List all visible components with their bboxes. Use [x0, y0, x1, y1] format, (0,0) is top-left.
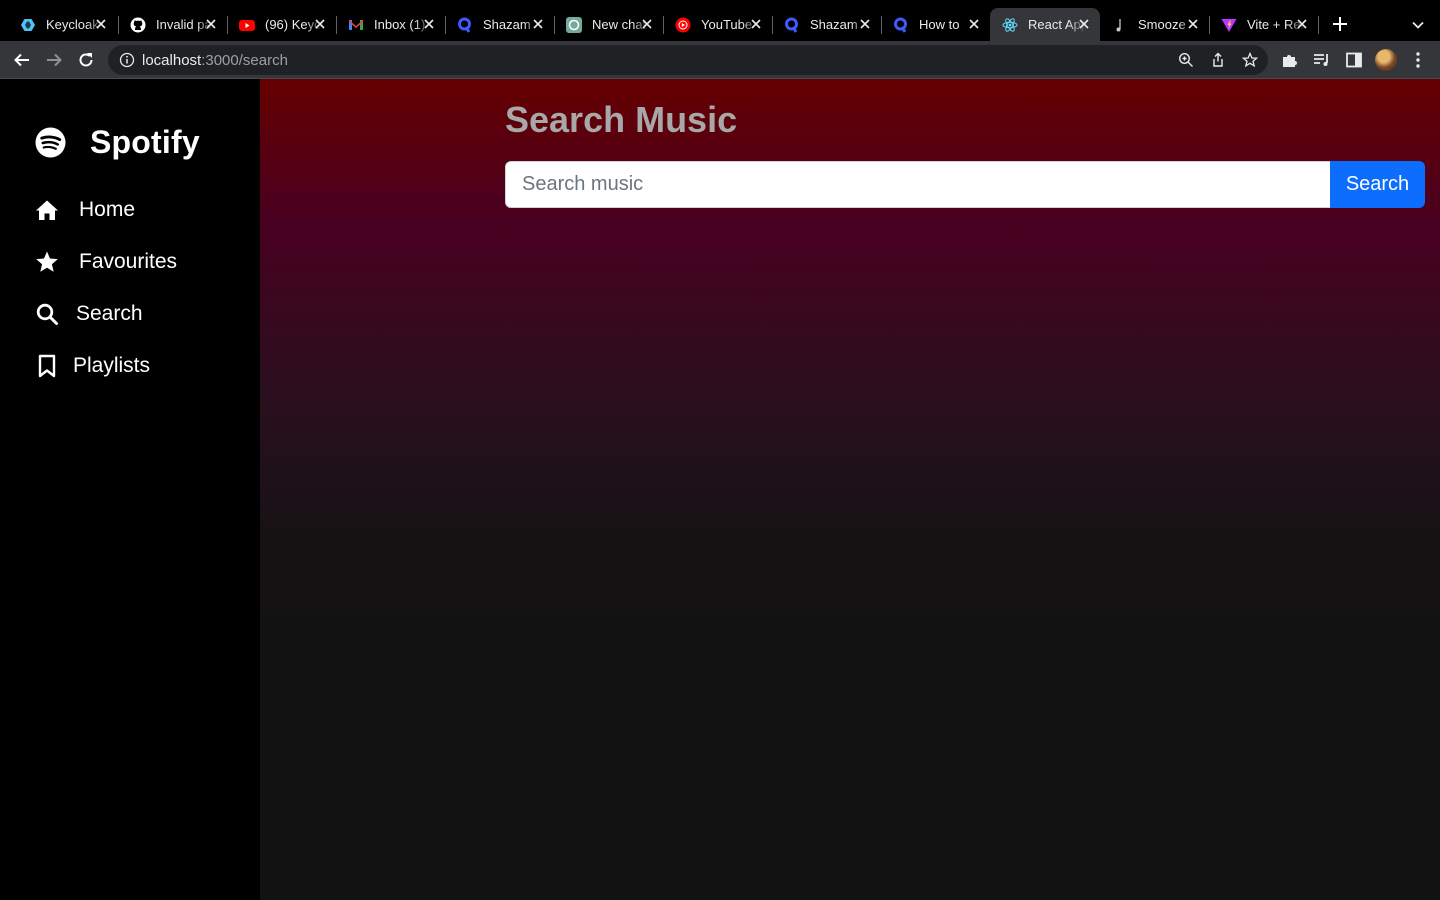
browser-tab[interactable]: Shazam	[445, 8, 554, 41]
site-info-icon[interactable]	[119, 52, 135, 68]
url-text[interactable]: localhost:3000/search	[142, 52, 288, 69]
youtube-music-icon	[675, 17, 691, 33]
browser-tab-strip: Keycloak Invalid parameter (96) Keycloak…	[0, 0, 1440, 44]
close-tab-icon[interactable]	[1186, 17, 1200, 31]
smooze-icon	[1112, 17, 1128, 33]
zoom-icon[interactable]	[1178, 52, 1194, 68]
browser-tab[interactable]: YouTube	[663, 8, 772, 41]
rapidapi-icon	[784, 17, 800, 33]
brand-name: Spotify	[90, 124, 200, 160]
sidebar-item-label: Search	[76, 302, 143, 325]
close-tab-icon[interactable]	[858, 17, 872, 31]
spotify-logo-icon	[35, 127, 66, 158]
close-tab-icon[interactable]	[531, 17, 545, 31]
bookmark-star-icon[interactable]	[1242, 52, 1258, 68]
rapidapi-icon	[893, 17, 909, 33]
profile-avatar[interactable]	[1375, 49, 1397, 71]
tab-search-chevron-icon[interactable]	[1409, 16, 1427, 34]
close-tab-icon[interactable]	[1295, 17, 1309, 31]
reload-icon[interactable]	[76, 50, 96, 70]
close-tab-icon[interactable]	[1077, 17, 1091, 31]
browser-tab-active[interactable]: React App	[990, 8, 1100, 41]
keycloak-icon	[20, 17, 36, 33]
browser-tab[interactable]: Vite + React	[1209, 8, 1318, 41]
page-title: Search Music	[505, 99, 738, 140]
browser-tab[interactable]: How to	[881, 8, 990, 41]
home-icon	[36, 200, 58, 220]
new-tab-icon[interactable]	[1330, 14, 1350, 34]
browser-tab[interactable]: Keycloak	[8, 8, 117, 41]
youtube-icon	[239, 17, 255, 33]
search-button[interactable]: Search	[1330, 161, 1425, 208]
browser-tab[interactable]: New chat	[554, 8, 663, 41]
browser-tab[interactable]: Smooze	[1100, 8, 1209, 41]
star-icon	[36, 251, 58, 272]
main-content: Search Music Search	[260, 79, 1440, 900]
close-tab-icon[interactable]	[640, 17, 654, 31]
share-icon[interactable]	[1210, 52, 1226, 68]
sidebar-item-favourites[interactable]: Favourites	[35, 250, 177, 274]
browser-toolbar: localhost:3000/search	[0, 41, 1440, 79]
gmail-icon	[348, 17, 364, 33]
browser-tab[interactable]: (96) Keycloak	[227, 8, 336, 41]
rapidapi-icon	[457, 17, 473, 33]
forward-arrow-icon[interactable]	[44, 50, 64, 70]
browser-tab[interactable]: Invalid parameter	[118, 8, 227, 41]
sidebar-item-label: Favourites	[79, 250, 178, 273]
github-icon	[130, 17, 146, 33]
side-panel-icon[interactable]	[1344, 50, 1364, 70]
chatgpt-icon	[566, 16, 582, 33]
vite-icon	[1221, 17, 1237, 33]
close-tab-icon[interactable]	[94, 17, 108, 31]
sidebar-item-playlists[interactable]: Playlists	[35, 354, 150, 378]
browser-tab[interactable]: Shazam	[772, 8, 881, 41]
bookmark-icon	[38, 354, 56, 378]
extensions-puzzle-icon[interactable]	[1280, 50, 1300, 70]
sidebar-item-label: Home	[79, 198, 136, 221]
close-tab-icon[interactable]	[967, 17, 981, 31]
react-icon	[1002, 17, 1018, 33]
close-tab-icon[interactable]	[422, 17, 436, 31]
media-control-icon[interactable]	[1312, 50, 1332, 70]
sidebar-item-home[interactable]: Home	[35, 198, 135, 222]
close-tab-icon[interactable]	[204, 17, 218, 31]
search-input[interactable]	[505, 161, 1331, 208]
search-icon	[36, 303, 58, 325]
kebab-menu-icon[interactable]	[1408, 50, 1428, 70]
sidebar: Spotify Home Favourites Search Playlists	[0, 79, 260, 900]
brand[interactable]: Spotify	[35, 124, 200, 161]
browser-tab[interactable]: Inbox (1)	[336, 8, 445, 41]
close-tab-icon[interactable]	[313, 17, 327, 31]
back-arrow-icon[interactable]	[12, 50, 32, 70]
sidebar-item-search[interactable]: Search	[35, 302, 143, 326]
sidebar-item-label: Playlists	[73, 354, 151, 377]
close-tab-icon[interactable]	[749, 17, 763, 31]
address-bar[interactable]: localhost:3000/search	[108, 45, 1268, 75]
